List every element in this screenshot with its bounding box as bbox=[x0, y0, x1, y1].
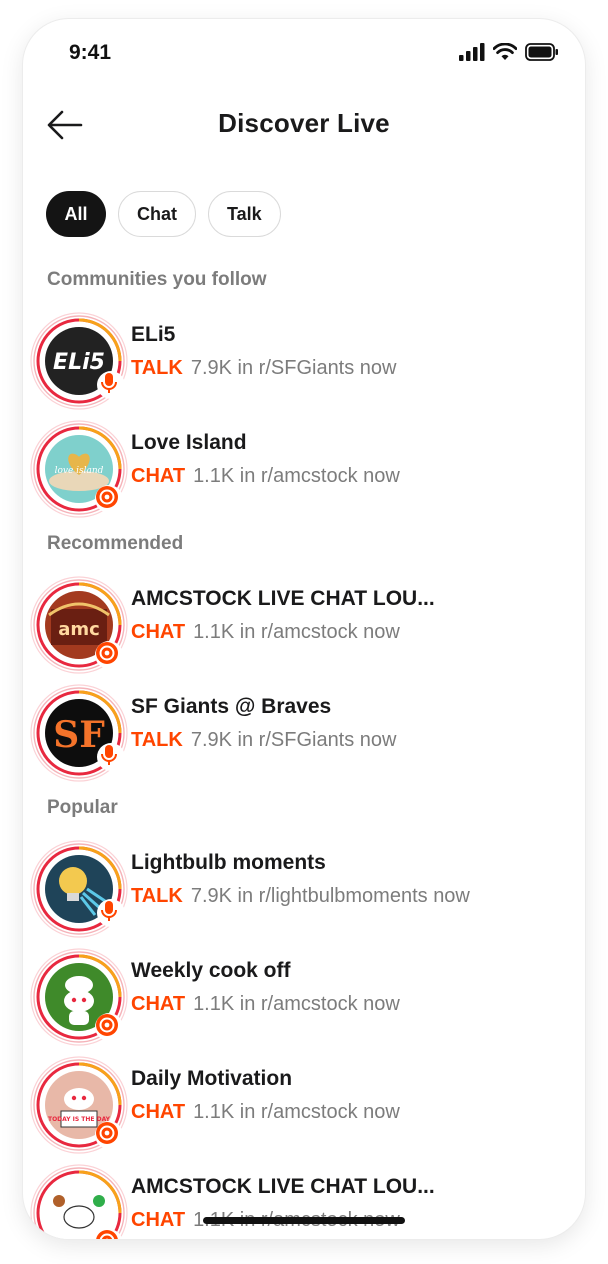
svg-text:love island: love island bbox=[55, 466, 104, 476]
live-room-row[interactable]: love island Love Island CHAT 1.1K in r/amcs… bbox=[29, 419, 569, 519]
room-type-label: CHAT bbox=[131, 465, 186, 487]
room-subtitle: TALK 7.9K in r/lightbulbmoments now bbox=[131, 885, 470, 908]
status-icons bbox=[459, 43, 559, 61]
battery-icon bbox=[525, 43, 558, 61]
room-avatar bbox=[29, 947, 129, 1047]
room-title: Daily Motivation bbox=[131, 1067, 293, 1090]
live-room-row[interactable]: AMCSTOCK LIVE CHAT LOU...CHAT1.1K in r/a… bbox=[29, 1163, 569, 1239]
filter-chip-talk[interactable]: Talk bbox=[208, 191, 281, 237]
chat-target-icon bbox=[95, 641, 123, 669]
room-title: SF Giants @ Braves bbox=[131, 695, 332, 718]
room-avatar: love island bbox=[29, 419, 129, 519]
live-room-row[interactable]: SF SF Giants @ Braves TALK 7.9K in r/SFGian… bbox=[29, 683, 569, 783]
room-avatar: amc bbox=[29, 575, 129, 675]
chat-target-icon bbox=[95, 1121, 123, 1149]
microphone-icon bbox=[97, 743, 125, 771]
room-title: AMCSTOCK LIVE CHAT LOU... bbox=[131, 587, 435, 610]
room-listener-count: 1.1K in r/amcstock now bbox=[193, 993, 400, 1015]
room-type-label: CHAT bbox=[131, 1101, 186, 1123]
live-room-row[interactable]: ELi5 ELi5 TALK 7.9K in r/SFGiants now bbox=[29, 311, 569, 411]
room-subtitle: CHAT 1.1K in r/amcstock now bbox=[131, 993, 400, 1016]
room-subtitle: TALK 7.9K in r/SFGiants now bbox=[131, 729, 397, 752]
room-type-label: CHAT bbox=[131, 993, 186, 1015]
room-type-label: TALK bbox=[131, 357, 183, 379]
room-avatar bbox=[29, 839, 129, 939]
room-avatar: SF bbox=[29, 683, 129, 783]
room-type-label: CHAT bbox=[131, 1209, 186, 1231]
snoo-badges-icon bbox=[30, 1164, 128, 1239]
room-subtitle: CHAT 1.1K in r/amcstock now bbox=[131, 1101, 400, 1124]
room-type-label: CHAT bbox=[131, 621, 186, 643]
room-title: ELi5 bbox=[131, 323, 176, 346]
room-listener-count: 1.1K in r/amcstock now bbox=[193, 1101, 400, 1123]
room-listener-count: 7.9K in r/lightbulbmoments now bbox=[190, 885, 470, 907]
room-listener-count: 1.1K in r/amcstock now bbox=[193, 465, 400, 487]
room-type-label: TALK bbox=[131, 729, 183, 751]
room-subtitle: CHAT 1.1K in r/amcstock now bbox=[131, 465, 400, 488]
home-indicator bbox=[203, 1217, 405, 1224]
filter-chip-chat[interactable]: Chat bbox=[118, 191, 196, 237]
room-type-label: TALK bbox=[131, 885, 183, 907]
section-heading-following: Communities you follow bbox=[47, 269, 267, 290]
live-room-row[interactable]: amc AMCSTOCK LIVE CHAT LOU... CHAT 1.1K in … bbox=[29, 575, 569, 675]
filter-chips: All Chat Talk bbox=[46, 191, 281, 237]
section-heading-recommended: Recommended bbox=[47, 533, 184, 554]
live-room-row[interactable]: Weekly cook off CHAT 1.1K in r/amcstock no… bbox=[29, 947, 569, 1047]
status-time: 9:41 bbox=[69, 41, 112, 64]
svg-text:amc: amc bbox=[58, 619, 100, 640]
room-title: Lightbulb moments bbox=[131, 851, 326, 874]
room-title: AMCSTOCK LIVE CHAT LOU... bbox=[131, 1175, 435, 1198]
room-subtitle: TALK 7.9K in r/SFGiants now bbox=[131, 357, 397, 380]
wifi-icon bbox=[493, 43, 517, 60]
live-room-row[interactable]: Lightbulb moments TALK 7.9K in r/lightbulb… bbox=[29, 839, 569, 939]
microphone-icon bbox=[97, 371, 125, 399]
room-title: Weekly cook off bbox=[131, 959, 291, 982]
page-title: Discover Live bbox=[218, 108, 390, 138]
room-listener-count: 1.1K in r/amcstock now bbox=[193, 621, 400, 643]
signal-icon bbox=[459, 43, 485, 61]
room-title: Love Island bbox=[131, 431, 247, 454]
phone-screen: 9:41 Discover Live All Chat Talk Communi… bbox=[23, 19, 585, 1239]
room-listener-count: 7.9K in r/SFGiants now bbox=[190, 357, 397, 379]
room-subtitle: CHAT 1.1K in r/amcstock now bbox=[131, 621, 400, 644]
room-listener-count: 7.9K in r/SFGiants now bbox=[190, 729, 397, 751]
room-avatar: ELi5 bbox=[29, 311, 129, 411]
room-avatar bbox=[29, 1163, 129, 1239]
room-avatar: TODAY IS THE DAY bbox=[29, 1055, 129, 1155]
chat-target-icon bbox=[95, 1229, 123, 1239]
filter-chip-all[interactable]: All bbox=[46, 191, 106, 237]
chat-target-icon bbox=[95, 1013, 123, 1041]
chat-target-icon bbox=[95, 485, 123, 513]
section-heading-popular: Popular bbox=[47, 797, 118, 818]
live-room-row[interactable]: TODAY IS THE DAY Daily Motivation CHAT 1.1K… bbox=[29, 1055, 569, 1155]
microphone-icon bbox=[97, 899, 125, 927]
